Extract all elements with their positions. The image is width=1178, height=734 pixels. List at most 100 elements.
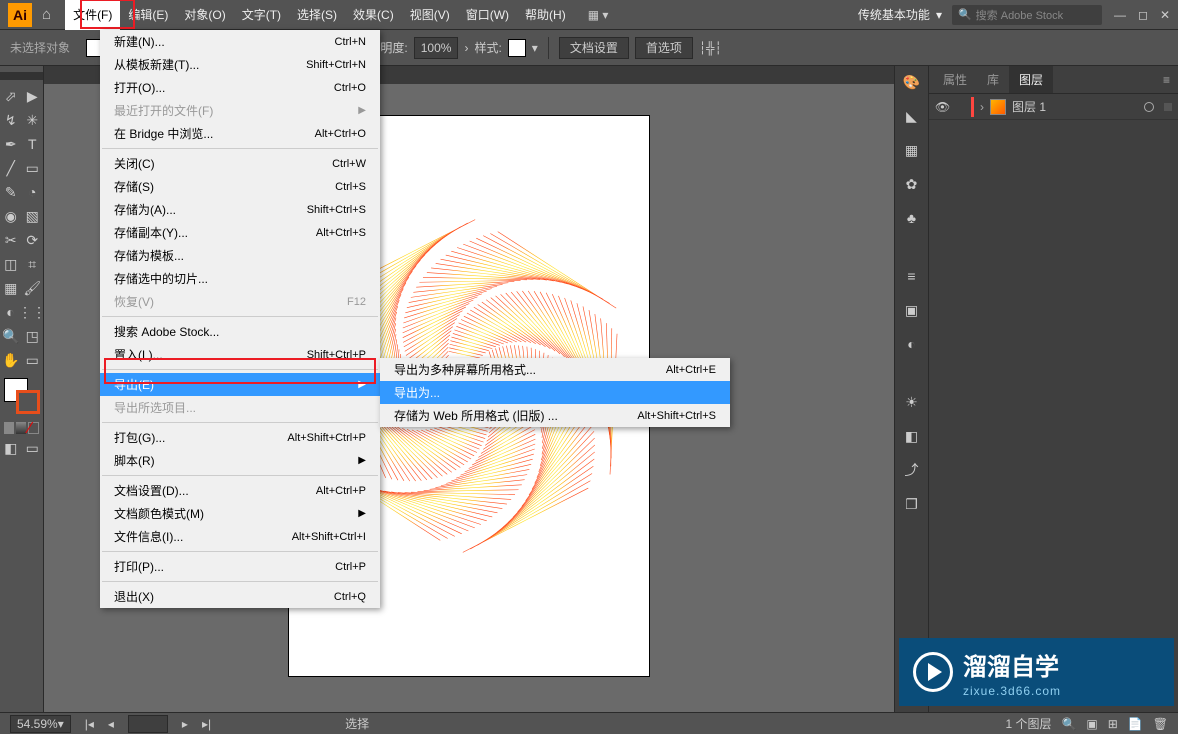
tool-icon[interactable]: ▭	[22, 156, 44, 180]
submenu-item[interactable]: 导出为多种屏幕所用格式...Alt+Ctrl+E	[380, 358, 730, 381]
menu-item[interactable]: 存储副本(Y)...Alt+Ctrl+S	[100, 221, 380, 244]
draw-inside-icon[interactable]: ⁄	[28, 422, 39, 434]
delete-layer-icon[interactable]: 🗑	[1153, 717, 1168, 731]
menu-item[interactable]: 新建(N)...Ctrl+N	[100, 30, 380, 53]
tool-icon[interactable]: ✋	[0, 348, 22, 372]
draw-behind-icon[interactable]	[16, 422, 26, 434]
menu-编辑[interactable]: 编辑(E)	[120, 0, 176, 30]
menu-item[interactable]: 存储(S)Ctrl+S	[100, 175, 380, 198]
tab-properties[interactable]: 属性	[933, 66, 977, 93]
tab-libraries[interactable]: 库	[977, 66, 1009, 93]
menu-item[interactable]: 文档颜色模式(M)▶	[100, 502, 380, 525]
control-more-icon[interactable]: ┆╬┆	[699, 41, 722, 55]
visibility-icon[interactable]: 👁	[935, 100, 949, 114]
tool-icon[interactable]: 🔍	[0, 324, 22, 348]
menu-效果[interactable]: 效果(C)	[345, 0, 402, 30]
tool-icon[interactable]: ◔	[22, 180, 44, 204]
maximize-icon[interactable]: ◻	[1138, 8, 1148, 22]
minimize-icon[interactable]: —	[1114, 8, 1126, 22]
tool-icon[interactable]: ✒	[0, 132, 22, 156]
selection-square-icon[interactable]	[1164, 103, 1172, 111]
menu-item[interactable]: 搜索 Adobe Stock...	[100, 320, 380, 343]
menu-帮助[interactable]: 帮助(H)	[517, 0, 574, 30]
nav-prev-icon[interactable]: ◂	[108, 717, 114, 731]
workspace-switcher[interactable]: 传统基本功能▾	[858, 6, 942, 23]
layer-row[interactable]: 👁 › 图层 1	[929, 94, 1178, 120]
stroke-panel-icon[interactable]: ♣	[902, 208, 922, 228]
new-sublayer-icon[interactable]: ⊞	[1108, 717, 1118, 731]
tool-icon[interactable]: ⌗	[22, 252, 44, 276]
tool-icon[interactable]: ▶	[22, 84, 44, 108]
menu-文字[interactable]: 文字(T)	[234, 0, 289, 30]
opacity-input[interactable]: 100%	[414, 37, 459, 59]
nav-next-icon[interactable]: ▸	[182, 717, 188, 731]
menu-选择[interactable]: 选择(S)	[289, 0, 345, 30]
menu-item[interactable]: 脚本(R)▶	[100, 449, 380, 472]
swatches-panel-icon[interactable]: ◣	[902, 106, 922, 126]
menu-窗口[interactable]: 窗口(W)	[458, 0, 517, 30]
tool-icon[interactable]: ✳	[22, 108, 44, 132]
style-swatch[interactable]	[508, 39, 526, 57]
tool-icon[interactable]: ↯	[0, 108, 22, 132]
nav-first-icon[interactable]: |◂	[85, 717, 94, 731]
tool-icon[interactable]: ⬀	[0, 84, 22, 108]
color-panel-icon[interactable]: 🎨	[902, 72, 922, 92]
home-icon[interactable]: ⌂	[42, 6, 51, 23]
artboard-nav-input[interactable]	[128, 715, 168, 733]
tool-icon[interactable]: ▦	[0, 276, 22, 300]
screen-mode-icon[interactable]: ◧	[0, 436, 22, 460]
menu-item[interactable]: 存储为模板...	[100, 244, 380, 267]
brushes-panel-icon[interactable]: ▦	[902, 140, 922, 160]
submenu-item[interactable]: 存储为 Web 所用格式 (旧版) ...Alt+Shift+Ctrl+S	[380, 404, 730, 427]
menu-item[interactable]: 在 Bridge 中浏览...Alt+Ctrl+O	[100, 122, 380, 145]
tool-icon[interactable]: ◳	[22, 324, 44, 348]
layer-name[interactable]: 图层 1	[1012, 98, 1046, 115]
stroke-color-icon[interactable]	[16, 390, 40, 414]
menu-item[interactable]: 打开(O)...Ctrl+O	[100, 76, 380, 99]
menu-item[interactable]: 存储为(A)...Shift+Ctrl+S	[100, 198, 380, 221]
menu-对象[interactable]: 对象(O)	[176, 0, 233, 30]
tool-icon[interactable]: ◉	[0, 204, 22, 228]
css-panel-icon[interactable]: ◧	[902, 426, 922, 446]
change-screen-icon[interactable]: ▭	[22, 436, 44, 460]
draw-normal-icon[interactable]	[4, 422, 14, 434]
opacity-more-icon[interactable]: ›	[464, 41, 468, 55]
tool-icon[interactable]: ▭	[22, 348, 44, 372]
menu-文件[interactable]: 文件(F)	[65, 0, 120, 30]
menu-item[interactable]: 文件信息(I)...Alt+Shift+Ctrl+I	[100, 525, 380, 548]
target-icon[interactable]	[1144, 102, 1154, 112]
locate-layer-icon[interactable]: 🔍	[1061, 717, 1076, 731]
submenu-item[interactable]: 导出为...	[380, 381, 730, 404]
tool-icon[interactable]: 🖌	[22, 276, 44, 300]
new-layer-icon[interactable]: 📄	[1128, 717, 1143, 731]
menu-item[interactable]: 文档设置(D)...Alt+Ctrl+P	[100, 479, 380, 502]
transparency-panel-icon[interactable]: ▣	[902, 300, 922, 320]
menu-视图[interactable]: 视图(V)	[402, 0, 458, 30]
nav-last-icon[interactable]: ▸|	[202, 717, 211, 731]
asset-export-icon[interactable]: ☀	[902, 392, 922, 412]
artboards-panel-icon[interactable]: ⤴	[902, 460, 922, 480]
make-clip-icon[interactable]: ▣	[1086, 717, 1097, 731]
menu-item[interactable]: 置入(L)...Shift+Ctrl+P	[100, 343, 380, 366]
gradient-panel-icon[interactable]: ≡	[902, 266, 922, 286]
disclosure-icon[interactable]: ›	[980, 100, 984, 114]
menu-item[interactable]: 从模板新建(T)...Shift+Ctrl+N	[100, 53, 380, 76]
zoom-level[interactable]: 54.59% ▾	[10, 715, 71, 733]
search-stock-input[interactable]: 🔍 搜索 Adobe Stock	[952, 5, 1102, 25]
color-swatches[interactable]	[0, 376, 43, 420]
prefs-button[interactable]: 首选项	[635, 37, 693, 59]
appearance-panel-icon[interactable]: ◐	[902, 334, 922, 354]
libraries-panel-icon[interactable]: ❐	[902, 494, 922, 514]
layout-switch-icon[interactable]: ▦ ▾	[588, 8, 609, 22]
tool-icon[interactable]: ╱	[0, 156, 22, 180]
menu-item[interactable]: 打包(G)...Alt+Shift+Ctrl+P	[100, 426, 380, 449]
menu-item[interactable]: 存储选中的切片...	[100, 267, 380, 290]
symbols-panel-icon[interactable]: ✿	[902, 174, 922, 194]
menu-item[interactable]: 打印(P)...Ctrl+P	[100, 555, 380, 578]
menu-item[interactable]: 导出(E)▶	[100, 373, 380, 396]
tool-icon[interactable]: ✎	[0, 180, 22, 204]
close-icon[interactable]: ✕	[1160, 8, 1170, 22]
tab-layers[interactable]: 图层	[1009, 66, 1053, 93]
tool-icon[interactable]: ⟳	[22, 228, 44, 252]
tool-icon[interactable]: T	[22, 132, 44, 156]
